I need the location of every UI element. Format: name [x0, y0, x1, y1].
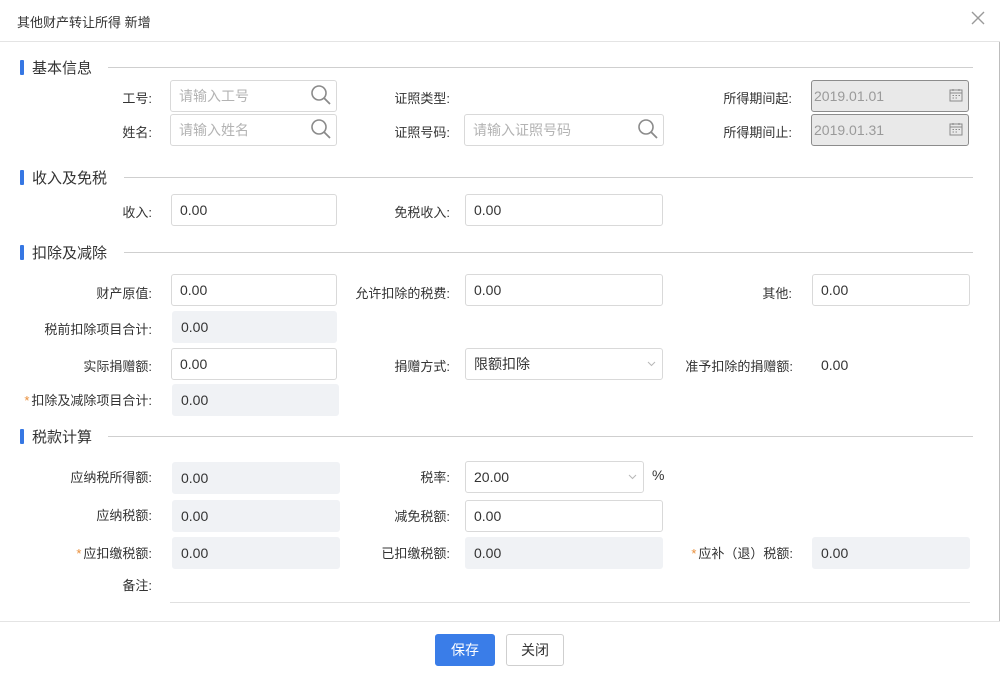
footer-divider [0, 621, 1000, 622]
income-label: 收入: [122, 205, 152, 220]
close-button[interactable]: 关闭 [506, 634, 564, 666]
tax-payable-field: 0.00 [172, 500, 340, 532]
employee-id-label: 工号: [122, 91, 152, 106]
section-marker [20, 429, 24, 444]
section-deduction: 扣除及减除 [20, 242, 973, 262]
donation-label: 实际捐赠额: [83, 359, 152, 374]
deduction-total-field: 0.00 [172, 384, 339, 416]
dialog-title: 其他财产转让所得 新增 [17, 15, 151, 30]
exempt-income-label: 免税收入: [394, 205, 450, 220]
section-title-tax: 税款计算 [32, 429, 93, 446]
other-input[interactable]: 0.00 [812, 274, 970, 306]
section-divider [108, 67, 973, 68]
chevron-down-icon [647, 361, 656, 367]
taxable-income-label: 应纳税所得额: [70, 470, 152, 485]
deduction-total-label: * 扣除及减除项目合计: [8, 390, 152, 409]
tax-rate-label: 税率: [420, 470, 450, 485]
withheld-label: 已扣缴税额: [381, 546, 450, 561]
exempt-income-input[interactable]: 0.00 [465, 194, 663, 226]
donation-method-select[interactable]: 限额扣除 [465, 348, 663, 380]
search-icon[interactable] [310, 118, 332, 140]
id-type-label: 证照类型: [394, 91, 450, 106]
period-start-value: 2019.01.01 [814, 88, 885, 104]
refund-label: * 应补（退）税额: [660, 543, 793, 562]
section-divider [124, 252, 973, 253]
period-end-label: 所得期间止: [723, 125, 792, 140]
other-label: 其他: [762, 286, 792, 301]
donation-method-label: 捐赠方式: [394, 359, 450, 374]
allowed-tax-input[interactable]: 0.00 [465, 274, 663, 306]
tax-rate-unit: % [652, 467, 665, 483]
withholding-field: 0.00 [172, 537, 340, 569]
donation-method-value: 限额扣除 [474, 356, 530, 372]
remark-input[interactable] [170, 602, 970, 603]
pretax-total-label: 税前扣除项目合计: [44, 322, 152, 337]
chevron-down-icon [628, 474, 637, 480]
section-income: 收入及免税 [20, 167, 973, 187]
section-divider [124, 177, 973, 178]
refund-field: 0.00 [812, 537, 970, 569]
tax-relief-input[interactable]: 0.00 [465, 500, 663, 532]
search-icon[interactable] [637, 118, 659, 140]
close-icon[interactable] [968, 8, 988, 28]
section-marker [20, 245, 24, 260]
section-basic: 基本信息 [20, 57, 973, 77]
deduction-total-label-text: 扣除及减除项目合计: [31, 393, 152, 408]
section-title-income: 收入及免税 [32, 170, 108, 187]
withheld-field: 0.00 [465, 537, 663, 569]
taxable-income-field: 0.00 [172, 462, 340, 494]
id-number-label: 证照号码: [394, 125, 450, 140]
income-input[interactable]: 0.00 [171, 194, 337, 226]
allowed-donation-label: 准予扣除的捐赠额: [685, 359, 793, 374]
tax-relief-label: 减免税额: [394, 509, 450, 524]
calendar-icon [949, 89, 963, 102]
section-title-basic: 基本信息 [32, 60, 93, 77]
section-divider [108, 436, 973, 437]
refund-label-text: 应补（退）税额: [698, 546, 793, 561]
withholding-label: * 应扣缴税额: [40, 543, 152, 562]
remark-label: 备注: [122, 578, 152, 593]
original-value-label: 财产原值: [96, 286, 152, 301]
calendar-icon [949, 123, 963, 136]
original-value-input[interactable]: 0.00 [171, 274, 337, 306]
section-title-deduction: 扣除及减除 [32, 245, 108, 262]
donation-input[interactable]: 0.00 [171, 348, 337, 380]
dialog: 其他财产转让所得 新增 基本信息 工号: 请输入工号 证照类型: 所得期间起: … [0, 0, 1000, 676]
section-tax: 税款计算 [20, 426, 973, 446]
id-number-input[interactable]: 请输入证照号码 [464, 114, 664, 146]
save-button[interactable]: 保存 [435, 634, 495, 666]
pretax-total-field: 0.00 [172, 311, 337, 343]
period-end-value: 2019.01.31 [814, 122, 885, 138]
period-end-date[interactable]: 2019.01.31 [811, 114, 969, 146]
withholding-label-text: 应扣缴税额: [83, 546, 152, 561]
period-start-date[interactable]: 2019.01.01 [811, 80, 969, 112]
required-mark: * [76, 546, 82, 561]
section-marker [20, 60, 24, 75]
tax-payable-label: 应纳税额: [96, 508, 152, 523]
name-label: 姓名: [122, 125, 152, 140]
tax-rate-value: 20.00 [474, 469, 510, 485]
required-mark: * [24, 393, 30, 408]
dialog-titlebar: 其他财产转让所得 新增 [0, 0, 1000, 42]
allowed-tax-label: 允许扣除的税费: [355, 286, 450, 301]
search-icon[interactable] [310, 84, 332, 106]
section-marker [20, 170, 24, 185]
required-mark: * [691, 546, 697, 561]
period-start-label: 所得期间起: [723, 91, 792, 106]
tax-rate-select[interactable]: 20.00 [465, 461, 644, 493]
allowed-donation-value: 0.00 [821, 357, 849, 373]
